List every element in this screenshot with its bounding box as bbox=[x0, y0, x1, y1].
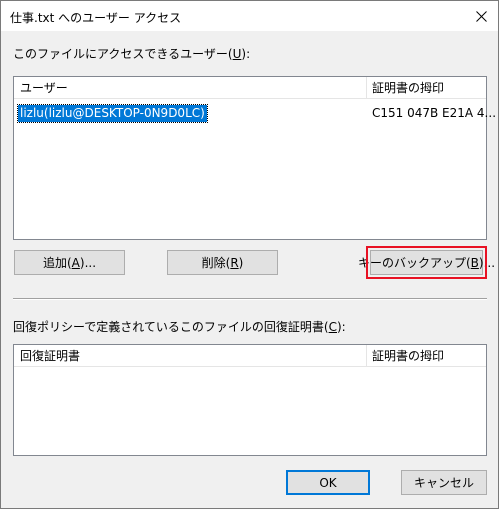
backup-key-button[interactable]: キーのバックアップ(B)... bbox=[358, 246, 495, 279]
column-header-user[interactable]: ユーザー bbox=[14, 77, 68, 99]
recovery-list-header: 回復証明書 証明書の拇印 bbox=[14, 345, 486, 367]
cancel-button[interactable]: キャンセル bbox=[401, 470, 487, 495]
column-header-recovery-cert[interactable]: 回復証明書 bbox=[14, 345, 80, 367]
users-label: このファイルにアクセスできるユーザー(U): bbox=[13, 47, 251, 61]
users-list[interactable]: ユーザー 証明書の拇印 lizlu(lizlu@DESKTOP-0N9D0LC)… bbox=[13, 76, 496, 240]
column-header-thumbprint[interactable]: 証明書の拇印 bbox=[366, 345, 444, 367]
users-list-header: ユーザー 証明書の拇印 bbox=[14, 77, 486, 99]
section-divider bbox=[13, 298, 487, 300]
column-header-thumbprint[interactable]: 証明書の拇印 bbox=[366, 77, 444, 99]
ok-button[interactable]: OK bbox=[286, 470, 370, 495]
dialog-window: 仕事.txt へのユーザー アクセス このファイルにアクセスできるユーザー(U)… bbox=[0, 0, 499, 509]
recovery-list[interactable]: 回復証明書 証明書の拇印 bbox=[13, 344, 487, 456]
close-icon bbox=[475, 10, 487, 22]
add-button[interactable]: 追加(A)... bbox=[14, 250, 125, 275]
remove-button[interactable]: 削除(R) bbox=[167, 250, 278, 275]
recovery-label: 回復ポリシーで定義されているこのファイルの回復証明書(C): bbox=[13, 320, 346, 334]
title-bar: 仕事.txt へのユーザー アクセス bbox=[1, 1, 498, 31]
close-button[interactable] bbox=[464, 1, 498, 31]
window-title: 仕事.txt へのユーザー アクセス bbox=[10, 11, 182, 25]
user-row-thumbprint[interactable]: C151 047B E21A 4... bbox=[372, 105, 496, 122]
user-row-name[interactable]: lizlu(lizlu@DESKTOP-0N9D0LC) bbox=[17, 104, 208, 123]
